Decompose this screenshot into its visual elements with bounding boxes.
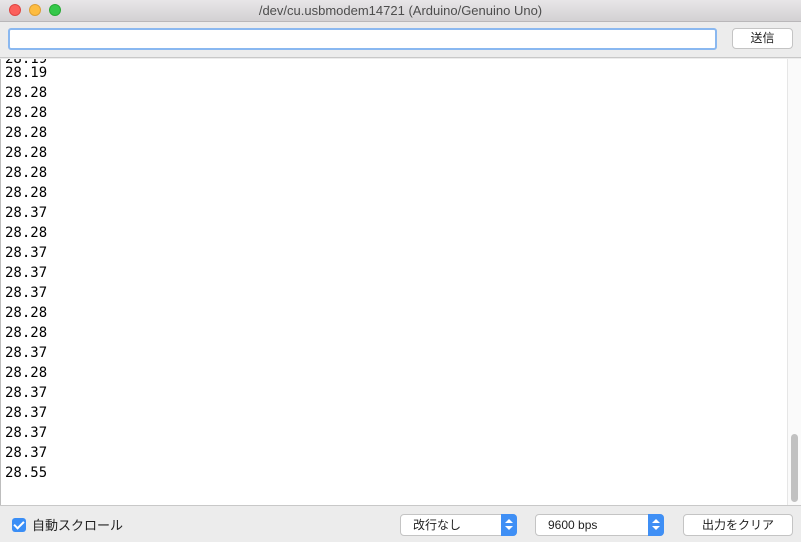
vertical-scrollbar[interactable] [787,59,801,505]
clear-output-button[interactable]: 出力をクリア [683,514,793,536]
baud-rate-value: 9600 bps [548,518,598,532]
line-ending-value: 改行なし [413,518,462,532]
output-line: 28.37 [5,345,48,361]
output-line: 28.28 [5,125,48,141]
output-line: 28.37 [5,405,48,421]
chevron-updown-icon [501,514,517,536]
output-line: 28.28 [5,105,48,121]
line-ending-select[interactable]: 改行なし [400,514,517,536]
send-button[interactable]: 送信 [732,28,793,49]
output-line: 28.37 [5,425,48,441]
output-line: 28.37 [5,265,48,281]
output-line: 28.37 [5,445,48,461]
baud-rate-select[interactable]: 9600 bps [535,514,664,536]
output-line: 28.19 [5,65,48,81]
output-line: 28.28 [5,325,48,341]
output-line: 28.28 [5,305,48,321]
title-bar: /dev/cu.usbmodem14721 (Arduino/Genuino U… [0,0,801,22]
output-line: 28.55 [5,465,48,481]
output-line: 28.37 [5,285,48,301]
send-input[interactable] [8,28,717,50]
output-line: 28.37 [5,205,48,221]
send-toolbar: 送信 [0,22,801,58]
output-line: 28.28 [5,85,48,101]
output-line: 28.37 [5,385,48,401]
output-lines: 28.19 28.28 28.28 28.28 28.28 28.28 28.28 28.37… [5,63,47,483]
scrollbar-thumb[interactable] [791,434,798,502]
output-line: 28.28 [5,145,48,161]
serial-output[interactable]: 28.19 28.19 28.28 28.28 28.28 28.28 28.28 28.2… [0,59,801,505]
output-line: 28.28 [5,165,48,181]
autoscroll-label: 自動スクロール [32,518,124,533]
output-line: 28.28 [5,225,48,241]
output-line: 28.37 [5,245,48,261]
output-line: 28.28 [5,185,48,201]
window-title: /dev/cu.usbmodem14721 (Arduino/Genuino U… [258,3,543,18]
chevron-updown-icon [648,514,664,536]
output-line: 28.28 [5,365,48,381]
status-bar: 自動スクロール 改行なし 9600 bps 出力をクリア [0,505,801,542]
autoscroll-checkbox[interactable] [12,518,26,532]
